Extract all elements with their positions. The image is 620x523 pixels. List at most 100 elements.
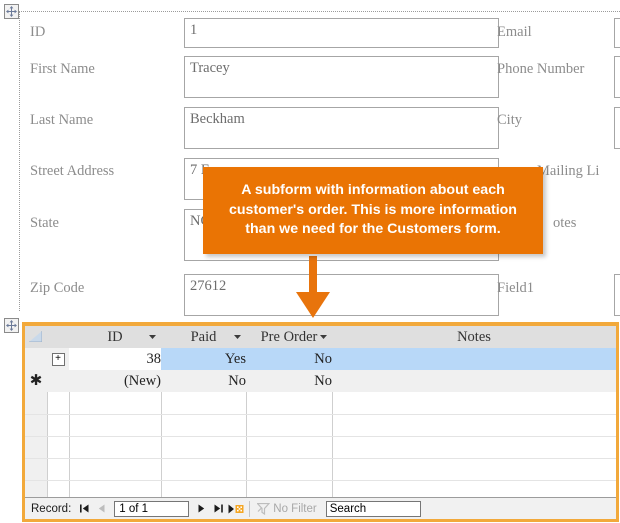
cell-paid[interactable]: No [161,370,246,392]
row-selector [25,436,48,459]
field-input-city[interactable] [614,107,620,149]
record-navigator-label: Record: [31,502,72,515]
next-record-icon [198,504,205,513]
empty-cell [161,458,247,481]
previous-record-button[interactable] [93,500,110,518]
empty-cell [246,392,333,415]
chevron-down-icon[interactable] [234,335,241,339]
field-input-zip-code[interactable]: 27612 [184,274,499,316]
empty-cell [69,392,162,415]
expand-row-icon[interactable]: + [51,352,65,366]
last-record-icon [214,504,224,513]
column-header-notes-label: Notes [457,328,491,345]
datasheet-grid[interactable]: ID Paid Pre Order Notes + 38 Yes No ✱ (N… [25,326,616,519]
cell-notes[interactable] [332,348,616,370]
annotation-callout: A subform with information about each cu… [203,167,543,254]
field-input-id[interactable]: 1 [184,18,499,48]
empty-row [25,436,616,459]
column-header-id-label: ID [107,328,123,345]
field-label-id: ID [30,24,46,40]
column-header-notes[interactable]: Notes [332,326,616,348]
empty-cell [47,436,70,459]
datasheet-table: ID Paid Pre Order Notes + 38 Yes No ✱ (N… [25,326,616,519]
filter-toggle-button[interactable]: No Filter [257,502,317,515]
column-header-id[interactable]: ID [69,326,161,348]
chevron-down-icon[interactable] [320,335,327,339]
empty-cell [161,414,247,437]
row-expand-cell[interactable]: + [47,348,69,370]
column-header-pre-order-label: Pre Order [260,328,318,345]
record-navigator: Record: 1 of 1 No Filter Search [25,497,616,519]
row-selector [25,458,48,481]
first-record-button[interactable] [76,500,93,518]
field-label-phone-number: Phone Number [497,61,585,77]
last-record-button[interactable] [210,500,227,518]
field-label-state: State [30,215,59,231]
field-label-last-name: Last Name [30,112,94,128]
field-label-field1: Field1 [497,280,535,296]
subform-control[interactable]: ID Paid Pre Order Notes + 38 Yes No ✱ (N… [22,322,619,522]
table-row[interactable]: + 38 Yes No [25,348,616,370]
navigator-divider [249,500,251,517]
row-selector [25,392,48,415]
empty-cell [332,458,616,481]
field-input-first-name[interactable]: Tracey [184,56,499,98]
cell-id[interactable]: (New) [69,370,161,392]
field-label-email: Email [497,24,532,40]
search-input[interactable]: Search [325,500,421,517]
field-label-street-address: Street Address [30,163,115,179]
column-header-pre-order[interactable]: Pre Order [246,326,332,348]
column-header-paid[interactable]: Paid [161,326,246,348]
section-left-border [19,11,20,311]
select-all-corner[interactable] [25,326,69,348]
field-input-email[interactable] [614,18,620,48]
empty-cell [161,392,247,415]
empty-row [25,458,616,481]
empty-cell [161,436,247,459]
filter-label: No Filter [273,502,317,515]
row-expand-cell[interactable] [47,370,69,392]
annotation-arrow-icon [296,256,330,318]
field-input-last-name[interactable]: Beckham [184,107,499,149]
select-all-triangle-icon [29,331,42,342]
empty-row [25,414,616,437]
next-record-button[interactable] [193,500,210,518]
field-label-first-name: First Name [30,61,95,77]
cell-pre-order[interactable]: No [246,370,332,392]
cell-paid[interactable]: Yes [161,348,246,370]
field-label-mailing-list: Mailing Li [537,163,600,179]
row-selector[interactable]: ✱ [25,370,47,392]
new-record-icon [228,504,244,513]
first-record-icon [80,504,89,513]
table-row[interactable]: ✱ (New) No No [25,370,616,392]
move-arrows-icon [6,6,17,17]
empty-cell [332,414,616,437]
field-label-notes: otes [553,215,577,231]
new-record-button[interactable] [227,500,244,518]
empty-cell [69,458,162,481]
filter-funnel-icon [257,502,271,515]
field-input-phone-number[interactable] [614,56,620,98]
field-input-field1[interactable] [614,274,620,316]
empty-cell [332,436,616,459]
chevron-down-icon[interactable] [149,335,156,339]
move-arrows-icon [6,320,17,331]
empty-row [25,392,616,415]
detail-section-move-handle[interactable] [4,4,19,19]
subform-section-move-handle[interactable] [4,318,19,333]
cell-pre-order[interactable]: No [246,348,332,370]
cell-id[interactable]: 38 [69,348,161,370]
field-label-city: City [497,112,522,128]
empty-cell [69,436,162,459]
empty-cell [246,436,333,459]
row-selector[interactable] [25,348,47,370]
field-label-zip-code: Zip Code [30,280,85,296]
record-position-input[interactable]: 1 of 1 [114,500,190,517]
empty-cell [47,414,70,437]
empty-cell [47,392,70,415]
cell-notes[interactable] [332,370,616,392]
datasheet-body: + 38 Yes No ✱ (New) No No [25,348,616,519]
new-record-asterisk-icon: ✱ [29,371,43,389]
column-header-paid-label: Paid [190,328,217,345]
empty-cell [69,414,162,437]
